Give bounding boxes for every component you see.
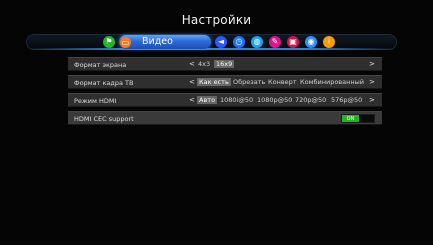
speaker-icon[interactable]: ◄ [215, 36, 227, 48]
option-combined[interactable]: Комбинированный [298, 78, 366, 86]
info-icon[interactable]: i [323, 36, 335, 48]
tab-video-label: Видео [142, 36, 173, 47]
option-576p50[interactable]: 576p@50 [329, 96, 364, 104]
tab-bar [26, 34, 397, 50]
toggle-on-indicator: ON [342, 115, 359, 122]
setting-label: Режим HDMI [74, 97, 117, 105]
option-1080p50[interactable]: 1080p@50 [255, 96, 294, 104]
home-icon[interactable]: ⚑ [103, 36, 115, 48]
globe-icon[interactable]: ◍ [251, 36, 263, 48]
lock-icon[interactable]: ▣ [287, 36, 299, 48]
option-auto[interactable]: Авто [197, 96, 218, 104]
network-icon[interactable]: ◉ [305, 36, 317, 48]
option-as-is[interactable]: Как есть [197, 78, 231, 86]
right-arrow-icon[interactable]: > [369, 78, 375, 86]
setting-label: Формат кадра ТВ [74, 79, 134, 87]
option-letterbox[interactable]: Конверт [266, 78, 299, 86]
clock-icon[interactable]: ◷ [233, 36, 245, 48]
hdmi-cec-toggle[interactable]: ON [341, 114, 375, 123]
page-title: Настройки [181, 13, 252, 27]
right-arrow-icon[interactable]: > [369, 96, 375, 104]
setting-row-screen-format[interactable]: Формат экрана < 4x3 16x9 > [68, 57, 382, 71]
settings-screen: Настройки ⚑ Видео ▭ ◄ ◷ ◍ ✎ ▣ ◉ i Формат… [0, 0, 433, 245]
right-arrow-icon[interactable]: > [369, 60, 375, 68]
tab-video[interactable]: Видео [119, 35, 211, 49]
tools-icon[interactable]: ✎ [269, 36, 281, 48]
tv-icon[interactable]: ▭ [120, 37, 131, 48]
option-4x3[interactable]: 4x3 [196, 60, 212, 68]
setting-row-tv-frame-format[interactable]: Формат кадра ТВ < Как есть Обрезать Конв… [68, 75, 382, 89]
option-720p50[interactable]: 720p@50 [293, 96, 328, 104]
option-1080i50[interactable]: 1080i@50 [218, 96, 255, 104]
left-arrow-icon[interactable]: < [189, 96, 195, 104]
option-crop[interactable]: Обрезать [231, 78, 267, 86]
setting-row-hdmi-cec[interactable]: HDMI CEC support ON [68, 111, 382, 125]
setting-row-hdmi-mode[interactable]: Режим HDMI < Авто 1080i@50 1080p@50 720p… [68, 93, 382, 107]
left-arrow-icon[interactable]: < [189, 60, 195, 68]
tab-bar-glow [27, 48, 396, 50]
setting-label: HDMI CEC support [74, 115, 134, 123]
left-arrow-icon[interactable]: < [189, 78, 195, 86]
option-16x9[interactable]: 16x9 [214, 60, 235, 68]
setting-label: Формат экрана [74, 61, 127, 69]
